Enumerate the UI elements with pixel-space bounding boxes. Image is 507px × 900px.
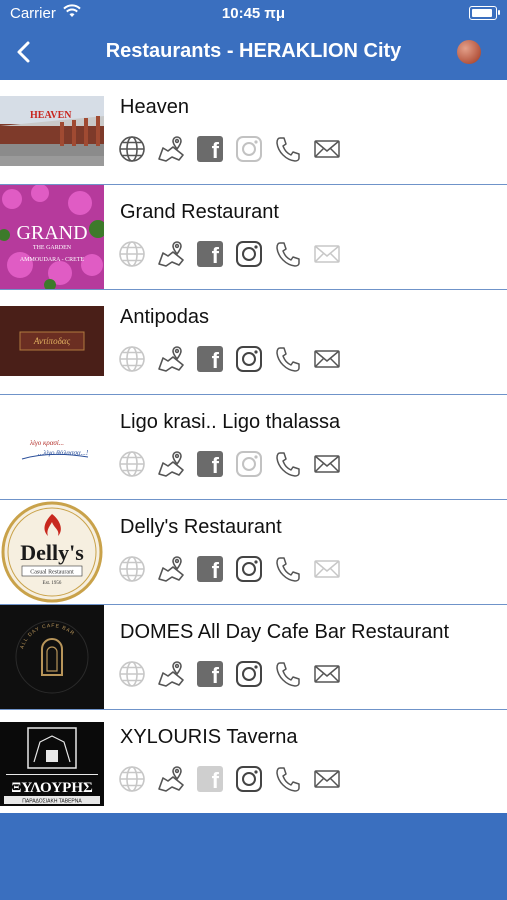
page-title: Restaurants - HERAKLION City <box>105 40 402 62</box>
instagram-icon[interactable] <box>235 555 263 583</box>
email-icon[interactable] <box>313 660 341 688</box>
globe-icon[interactable] <box>118 555 146 583</box>
instagram-icon[interactable] <box>235 765 263 793</box>
instagram-icon[interactable] <box>235 660 263 688</box>
navigation-bar: Restaurants - HERAKLION City <box>0 26 507 78</box>
bottom-bar <box>0 813 507 900</box>
heaven-logo-text: HEAVEN <box>30 110 72 121</box>
svg-text:THE GARDEN: THE GARDEN <box>33 245 72 251</box>
phone-icon[interactable] <box>274 765 302 793</box>
phone-icon[interactable] <box>274 555 302 583</box>
map-pin-icon[interactable] <box>157 345 185 373</box>
svg-text:Casual Restaurant: Casual Restaurant <box>30 570 74 576</box>
battery-icon <box>469 6 500 20</box>
facebook-icon[interactable]: f <box>196 555 224 583</box>
restaurant-thumbnail: ΞΥΛΟΥΡΗΣ ΠΑΡΑΔΟΣΙΑΚΗ ΤΑΒΕΡΝΑ <box>0 722 104 806</box>
restaurant-name: Heaven <box>120 96 189 118</box>
instagram-icon[interactable] <box>235 450 263 478</box>
restaurant-name: Ligo krasi.. Ligo thalassa <box>120 411 341 433</box>
email-icon[interactable] <box>313 240 341 268</box>
restaurant-thumbnail: Delly's Casual Restaurant Est. 1956 <box>0 500 104 604</box>
svg-text:Est. 1956: Est. 1956 <box>43 581 62 586</box>
ligo-logo-text: λίγο κρασί... <box>29 439 64 447</box>
email-icon[interactable] <box>313 345 341 373</box>
email-icon[interactable] <box>313 135 341 163</box>
instagram-icon[interactable] <box>235 135 263 163</box>
facebook-icon[interactable]: f <box>196 765 224 793</box>
map-pin-icon[interactable] <box>157 240 185 268</box>
restaurant-thumbnail: HEAVEN <box>0 96 104 166</box>
facebook-icon[interactable]: f <box>196 450 224 478</box>
email-icon[interactable] <box>313 450 341 478</box>
facebook-icon[interactable]: f <box>196 660 224 688</box>
svg-text:ΠΑΡΑΔΟΣΙΑΚΗ ΤΑΒΕΡΝΑ: ΠΑΡΑΔΟΣΙΑΚΗ ΤΑΒΕΡΝΑ <box>22 799 82 805</box>
globe-icon[interactable] <box>118 765 146 793</box>
facebook-icon[interactable]: f <box>196 240 224 268</box>
instagram-icon[interactable] <box>235 240 263 268</box>
status-bar: Carrier 10:45 πμ <box>0 0 507 26</box>
facebook-icon[interactable]: f <box>196 345 224 373</box>
restaurant-name: Delly's Restaurant <box>120 516 282 538</box>
grand-logo-text: GRAND <box>16 222 87 244</box>
xylouris-logo-text: ΞΥΛΟΥΡΗΣ <box>11 780 93 796</box>
globe-icon[interactable] <box>118 660 146 688</box>
globe-icon[interactable] <box>118 345 146 373</box>
phone-icon[interactable] <box>274 450 302 478</box>
restaurant-thumbnail: λίγο κρασί... ...λίγο θάλασσα...! <box>0 411 104 481</box>
phone-icon[interactable] <box>274 660 302 688</box>
instagram-icon[interactable] <box>235 345 263 373</box>
email-icon[interactable] <box>313 765 341 793</box>
svg-text:AMMOUDARA - CRETE: AMMOUDARA - CRETE <box>20 257 85 263</box>
list-item[interactable]: ΞΥΛΟΥΡΗΣ ΠΑΡΑΔΟΣΙΑΚΗ ΤΑΒΕΡΝΑ XYLOURIS Ta… <box>0 710 507 815</box>
antipodas-logo-text: Αντίποδας <box>33 336 71 346</box>
map-pin-icon[interactable] <box>157 450 185 478</box>
facebook-icon[interactable]: f <box>196 135 224 163</box>
status-time: 10:45 πμ <box>221 5 286 22</box>
list-item[interactable]: HEAVEN Heaven f <box>0 80 507 185</box>
phone-icon[interactable] <box>274 135 302 163</box>
restaurant-name: Grand Restaurant <box>120 201 279 223</box>
coin-icon[interactable] <box>457 40 481 64</box>
list-item[interactable]: ALL DAY CAFE BAR DOMES All Day Cafe Bar … <box>0 605 507 710</box>
list-item[interactable]: Delly's Casual Restaurant Est. 1956 Dell… <box>0 500 507 605</box>
list-item[interactable]: Αντίποδας Antipodas f <box>0 290 507 395</box>
restaurant-list: HEAVEN Heaven f GRAND THE GARDEN AMMOUDA… <box>0 80 507 815</box>
map-pin-icon[interactable] <box>157 555 185 583</box>
restaurant-name: DOMES All Day Cafe Bar Restaurant <box>120 621 450 643</box>
globe-icon[interactable] <box>118 450 146 478</box>
globe-icon[interactable] <box>118 135 146 163</box>
dellys-logo-text: Delly's <box>20 540 84 565</box>
list-item[interactable]: λίγο κρασί... ...λίγο θάλασσα...! Ligo k… <box>0 395 507 500</box>
restaurant-thumbnail: GRAND THE GARDEN AMMOUDARA - CRETE <box>0 185 104 289</box>
map-pin-icon[interactable] <box>157 765 185 793</box>
map-pin-icon[interactable] <box>157 660 185 688</box>
globe-icon[interactable] <box>118 240 146 268</box>
restaurant-thumbnail: ALL DAY CAFE BAR <box>0 605 104 709</box>
email-icon[interactable] <box>313 555 341 583</box>
phone-icon[interactable] <box>274 345 302 373</box>
restaurant-name: XYLOURIS Taverna <box>120 726 298 748</box>
restaurant-name: Antipodas <box>120 306 209 328</box>
list-item[interactable]: GRAND THE GARDEN AMMOUDARA - CRETE Grand… <box>0 185 507 290</box>
phone-icon[interactable] <box>274 240 302 268</box>
map-pin-icon[interactable] <box>157 135 185 163</box>
restaurant-thumbnail: Αντίποδας <box>0 306 104 376</box>
